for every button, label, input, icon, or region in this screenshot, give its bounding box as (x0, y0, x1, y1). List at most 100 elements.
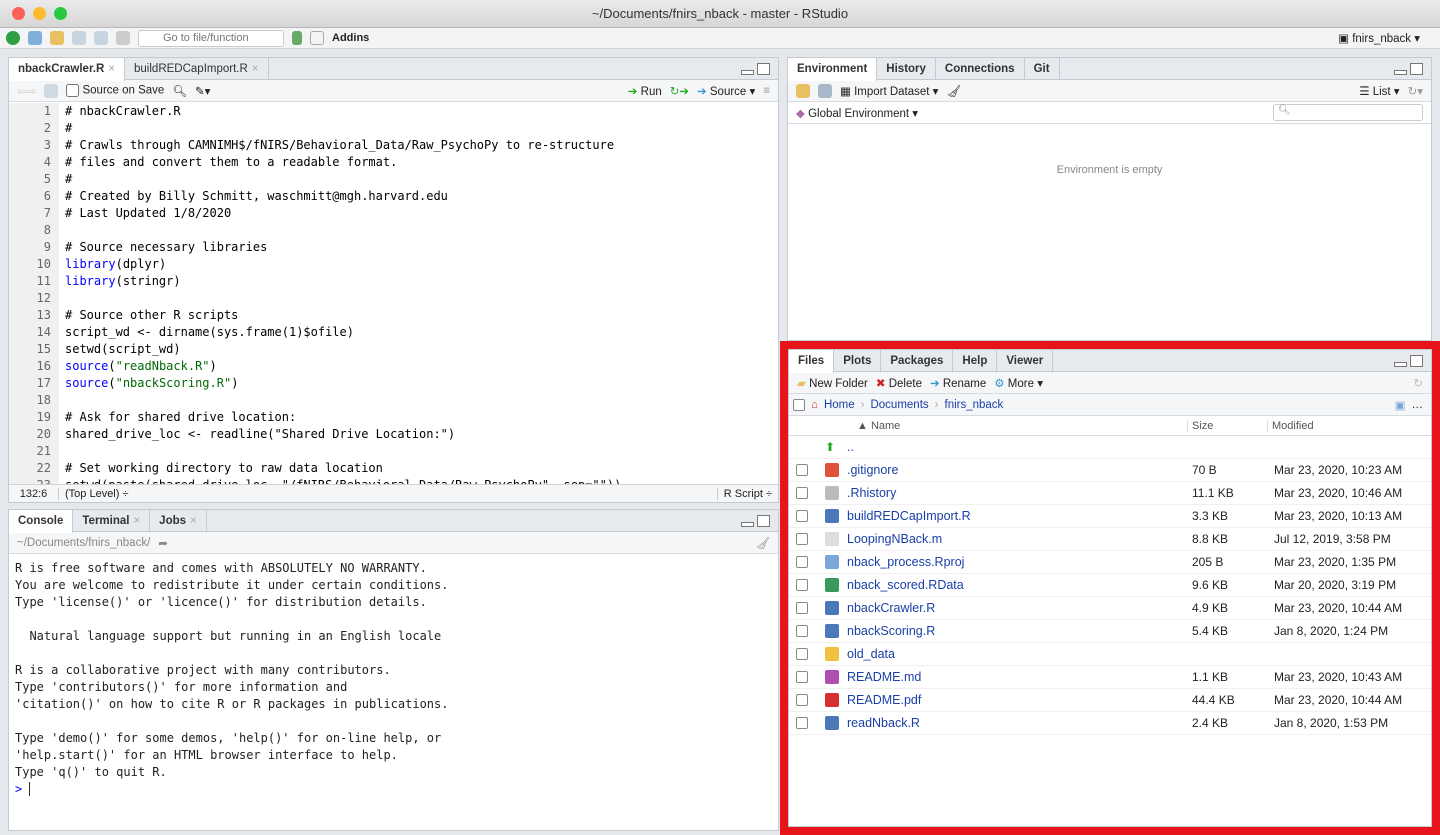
close-tab-icon[interactable]: × (133, 515, 140, 527)
new-project-icon[interactable] (28, 31, 42, 45)
column-name[interactable]: ▲ Name (857, 420, 1187, 432)
select-all-checkbox[interactable] (793, 398, 805, 411)
home-icon[interactable]: ⌂ (811, 399, 818, 411)
list-view-button[interactable]: ☰ List ▾ (1359, 84, 1399, 98)
file-row[interactable]: nbackCrawler.R 4.9 KB Mar 23, 2020, 10:44 … (789, 597, 1431, 620)
new-file-icon[interactable] (6, 31, 20, 45)
rename-button[interactable]: ➔ Rename (930, 376, 986, 390)
close-tab-icon[interactable]: × (252, 63, 259, 75)
project-menu[interactable]: ▣ fnirs_nback ▾ (1338, 31, 1420, 45)
minimize-icon[interactable] (741, 522, 754, 527)
tab-history[interactable]: History (877, 58, 936, 79)
file-row[interactable]: .gitignore 70 B Mar 23, 2020, 10:23 AM (789, 459, 1431, 482)
minimize-icon[interactable] (741, 70, 754, 75)
code-tools-icon[interactable]: ✎▾ (195, 84, 210, 98)
file-name-link[interactable]: nback_process.Rproj (847, 555, 1192, 569)
source-button[interactable]: ➔ Source ▾ (697, 84, 755, 98)
save-icon[interactable] (72, 31, 86, 45)
minimize-icon[interactable] (1394, 70, 1407, 75)
global-environment-selector[interactable]: ◆ Global Environment ▾ (796, 106, 918, 120)
breadcrumb-home[interactable]: Home (824, 399, 855, 411)
source-on-save-checkbox[interactable]: Source on Save (66, 84, 164, 97)
file-name-link[interactable]: README.pdf (847, 693, 1192, 707)
save-all-icon[interactable] (94, 31, 108, 45)
load-workspace-icon[interactable] (796, 83, 810, 98)
more-path-button[interactable]: … (1412, 399, 1424, 411)
tab-environment[interactable]: Environment (788, 58, 878, 81)
code-editor[interactable]: 1 # nbackCrawler.R 2 #3 # Crawls through CAM… (9, 103, 778, 484)
file-row[interactable]: README.md 1.1 KB Mar 23, 2020, 10:43 AM (789, 666, 1431, 689)
save-workspace-icon[interactable] (818, 83, 832, 98)
close-tab-icon[interactable]: × (108, 63, 115, 75)
file-checkbox[interactable] (796, 694, 808, 706)
minimize-icon[interactable] (1394, 362, 1407, 367)
file-row[interactable]: buildREDCapImport.R 3.3 KB Mar 23, 2020, 1… (789, 505, 1431, 528)
minimize-window-button[interactable] (33, 7, 46, 20)
file-row[interactable]: nback_process.Rproj 205 B Mar 23, 2020, 1:… (789, 551, 1431, 574)
go-to-directory-icon[interactable]: ➦ (158, 536, 168, 550)
tab-terminal[interactable]: Terminal × (73, 510, 151, 531)
tab-nbackcrawler[interactable]: nbackCrawler.R × (9, 58, 126, 81)
tab-files[interactable]: Files (789, 350, 835, 373)
file-row[interactable]: .Rhistory 11.1 KB Mar 23, 2020, 10:46 AM (789, 482, 1431, 505)
column-modified[interactable]: Modified (1267, 419, 1314, 432)
tab-jobs[interactable]: Jobs × (150, 510, 207, 531)
zoom-window-button[interactable] (54, 7, 67, 20)
rerun-icon[interactable]: ↻➔ (670, 84, 689, 98)
file-name-link[interactable]: .gitignore (847, 463, 1192, 477)
clear-console-icon[interactable]: 🧹︎ (755, 536, 770, 550)
file-checkbox[interactable] (796, 671, 808, 683)
file-name-link[interactable]: buildREDCapImport.R (847, 509, 1192, 523)
file-row[interactable]: LoopingNBack.m 8.8 KB Jul 12, 2019, 3:58 P… (789, 528, 1431, 551)
version-control-icon[interactable] (292, 31, 302, 45)
tab-connections[interactable]: Connections (936, 58, 1025, 79)
file-row[interactable]: readNback.R 2.4 KB Jan 8, 2020, 1:53 PM (789, 712, 1431, 735)
file-checkbox[interactable] (796, 556, 808, 568)
tab-git[interactable]: Git (1025, 58, 1060, 79)
file-row[interactable]: nback_scored.RData 9.6 KB Mar 20, 2020, 3:… (789, 574, 1431, 597)
file-name-link[interactable]: README.md (847, 670, 1192, 684)
search-icon[interactable]: 🔍︎ (172, 84, 187, 98)
file-name-link[interactable]: .Rhistory (847, 486, 1192, 500)
delete-button[interactable]: ✖ Delete (876, 376, 922, 390)
save-icon[interactable] (44, 83, 59, 98)
breadcrumb-documents[interactable]: Documents (870, 399, 928, 411)
tab-help[interactable]: Help (953, 350, 998, 371)
maximize-icon[interactable] (1410, 63, 1423, 75)
print-icon[interactable] (116, 31, 130, 45)
file-row[interactable]: old_data (789, 643, 1431, 666)
tab-console[interactable]: Console (9, 510, 74, 533)
file-checkbox[interactable] (796, 648, 808, 660)
file-checkbox[interactable] (796, 717, 808, 729)
column-size[interactable]: Size (1187, 419, 1267, 432)
console-output[interactable]: R is free software and comes with ABSOLU… (9, 554, 778, 830)
close-window-button[interactable] (12, 7, 25, 20)
file-checkbox[interactable] (796, 464, 808, 476)
file-checkbox[interactable] (796, 510, 808, 522)
close-tab-icon[interactable]: × (190, 515, 197, 527)
tab-buildredcapimport[interactable]: buildREDCapImport.R × (125, 58, 269, 79)
maximize-icon[interactable] (757, 515, 770, 527)
file-checkbox[interactable] (796, 487, 808, 499)
open-file-icon[interactable] (50, 31, 64, 45)
refresh-icon[interactable]: ↻▾ (1408, 84, 1423, 98)
project-icon[interactable]: ▣ (1395, 398, 1406, 412)
pane-layout-icon[interactable] (310, 31, 324, 45)
breadcrumb-fnirs-nback[interactable]: fnirs_nback (945, 399, 1004, 411)
tab-plots[interactable]: Plots (834, 350, 882, 371)
file-name-link[interactable]: old_data (847, 647, 1192, 661)
file-row[interactable]: README.pdf 44.4 KB Mar 23, 2020, 10:44 AM (789, 689, 1431, 712)
file-name-link[interactable]: nback_scored.RData (847, 578, 1192, 592)
file-name-link[interactable]: LoopingNBack.m (847, 532, 1192, 546)
file-name-link[interactable]: readNback.R (847, 716, 1192, 730)
file-checkbox[interactable] (796, 579, 808, 591)
file-checkbox[interactable] (796, 602, 808, 614)
back-forward-icon[interactable]: ⇦⇨ (17, 84, 36, 98)
run-button[interactable]: ➔ Run (628, 84, 662, 98)
addins-menu[interactable]: Addins (332, 32, 369, 44)
import-dataset-button[interactable]: ▦ Import Dataset ▾ (840, 84, 938, 98)
file-checkbox[interactable] (796, 533, 808, 545)
maximize-icon[interactable] (757, 63, 770, 75)
refresh-icon[interactable]: ↻ (1413, 376, 1423, 390)
outline-icon[interactable]: ≡ (763, 85, 770, 97)
